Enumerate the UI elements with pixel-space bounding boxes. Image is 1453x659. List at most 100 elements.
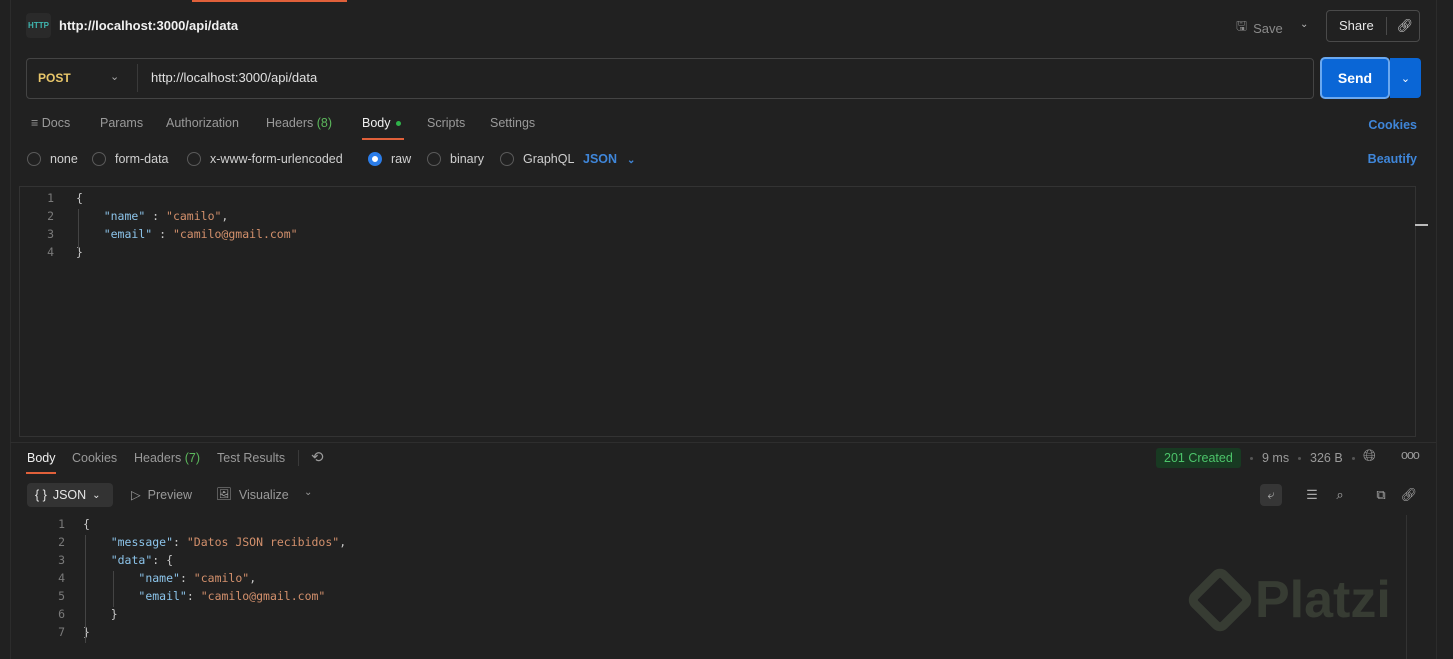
status-badge: 201 Created [1156, 448, 1241, 468]
request-title[interactable]: http://localhost:3000/api/data [59, 18, 238, 33]
history-icon[interactable]: ⟲ [311, 448, 324, 466]
word-wrap-icon[interactable]: ⤶ [1260, 484, 1282, 506]
save-options-chevron-icon[interactable]: ⌄ [1300, 19, 1308, 30]
url-input[interactable]: http://localhost:3000/api/data [151, 70, 317, 85]
response-scrollbar[interactable] [1406, 515, 1407, 659]
link-icon[interactable]: 🔗︎ [1398, 484, 1420, 506]
json-key: "email" [138, 589, 187, 603]
json-punctuation [83, 553, 111, 567]
radio-raw[interactable]: raw [368, 152, 411, 166]
radio-label: raw [391, 152, 412, 166]
cookies-link[interactable]: Cookies [1368, 118, 1417, 132]
json-punctuation: } [83, 607, 118, 621]
search-icon[interactable]: ⌕ [1329, 484, 1351, 506]
link-icon[interactable]: 🔗︎ [1397, 18, 1414, 34]
play-icon: ▷ [131, 488, 141, 502]
more-options-icon[interactable]: ooo [1401, 448, 1420, 462]
raw-format-label: JSON [583, 152, 618, 166]
line-number: 4 [47, 245, 54, 259]
radio-label: GraphQL [523, 152, 575, 166]
share-label: Share [1327, 17, 1387, 35]
json-punctuation: : [186, 589, 201, 603]
json-punctuation [76, 227, 104, 241]
tab-headers[interactable]: Headers (8) [266, 116, 332, 130]
tab-label: Body [362, 116, 391, 130]
response-time: 9 ms [1262, 451, 1290, 465]
save-button[interactable]: 🖫 Save [1236, 17, 1283, 39]
json-punctuation: : { [152, 553, 174, 567]
response-tab-test-results[interactable]: Test Results [217, 451, 285, 465]
json-key: "name" [103, 209, 146, 223]
response-size: 326 B [1310, 451, 1343, 465]
radio-circle [27, 152, 41, 166]
line-number: 3 [47, 227, 54, 241]
raw-format-select[interactable]: JSON ⌄ [583, 152, 635, 166]
radio-x-www-form-urlencoded[interactable]: x-www-form-urlencoded [187, 152, 343, 166]
json-punctuation: , [221, 209, 229, 223]
code-line: "data": { [83, 553, 173, 567]
indent-guide [113, 571, 114, 607]
radio-circle [92, 152, 106, 166]
send-button[interactable]: Send [1320, 57, 1390, 99]
radio-none[interactable]: none [27, 152, 78, 166]
tab-body[interactable]: Body [362, 116, 401, 130]
method-chevron-icon[interactable]: ⌄ [110, 70, 119, 83]
json-punctuation: , [339, 535, 347, 549]
tab-authorization[interactable]: Authorization [166, 116, 239, 130]
pane-divider[interactable] [10, 442, 1436, 443]
tab-scripts[interactable]: Scripts [427, 116, 465, 130]
radio-graphql[interactable]: GraphQL [500, 152, 574, 166]
globe-icon[interactable]: 🌐︎ [1363, 448, 1376, 466]
beautify-link[interactable]: Beautify [1368, 152, 1417, 166]
filter-icon[interactable]: ☰ [1301, 484, 1323, 506]
tab-params[interactable]: Params [100, 116, 143, 130]
json-string: "camilo@gmail.com" [200, 589, 326, 603]
json-punctuation: { [83, 517, 90, 531]
json-punctuation: : [152, 227, 173, 241]
response-format-select[interactable]: { } JSON ⌄ [27, 483, 113, 507]
preview-button[interactable]: ▷ Preview [131, 487, 192, 503]
tab-label: Docs [41, 116, 71, 130]
send-options-chevron-icon[interactable]: ⌄ [1390, 58, 1421, 98]
response-tab-cookies[interactable]: Cookies [72, 451, 117, 465]
tab-settings[interactable]: Settings [490, 116, 535, 130]
response-body-viewer[interactable]: 1{2 "message": "Datos JSON recibidos", 3 … [19, 515, 1399, 659]
radio-circle [427, 152, 441, 166]
radio-label: form-data [115, 152, 169, 166]
tab-docs[interactable]: ≡ Docs [31, 116, 70, 130]
line-number: 7 [58, 625, 65, 639]
code-line: "email": "camilo@gmail.com" [83, 589, 325, 603]
headers-count: (7) [184, 451, 201, 465]
line-number: 6 [58, 607, 65, 621]
json-string: "Datos JSON recibidos" [186, 535, 340, 549]
json-string: "camilo@gmail.com" [172, 227, 298, 241]
separator-dot [1250, 457, 1253, 460]
headers-count: (8) [316, 116, 333, 130]
divider [137, 64, 138, 92]
indent-guide [85, 535, 86, 643]
separator-dot [1298, 457, 1301, 460]
share-button[interactable]: Share 🔗︎ [1326, 10, 1420, 42]
json-key: "message" [110, 535, 174, 549]
http-icon: HTTP [26, 13, 51, 38]
request-body-editor[interactable]: 1 {2 "name" : "camilo", 3 "email" : "camil… [19, 186, 1416, 437]
method-select[interactable]: POST [38, 71, 71, 85]
chevron-down-icon: ⌄ [627, 155, 636, 166]
visualize-chevron-icon[interactable]: ⌄ [304, 487, 312, 498]
right-panel-divider [1436, 0, 1437, 659]
radio-label: binary [450, 152, 485, 166]
braces-icon: { } [35, 488, 47, 502]
code-line: { [76, 191, 83, 205]
line-number: 5 [58, 589, 65, 603]
json-punctuation [83, 535, 111, 549]
visualize-button[interactable]: 🖼︎ Visualize [216, 487, 289, 502]
line-number: 1 [58, 517, 65, 531]
indent-guide [78, 209, 79, 249]
response-tab-headers[interactable]: Headers (7) [134, 451, 200, 465]
radio-circle [187, 152, 201, 166]
response-tab-body[interactable]: Body [27, 451, 56, 465]
radio-form-data[interactable]: form-data [92, 152, 169, 166]
radio-binary[interactable]: binary [427, 152, 484, 166]
copy-icon[interactable]: ⧉ [1370, 484, 1392, 506]
code-line: "email" : "camilo@gmail.com" [76, 227, 298, 241]
